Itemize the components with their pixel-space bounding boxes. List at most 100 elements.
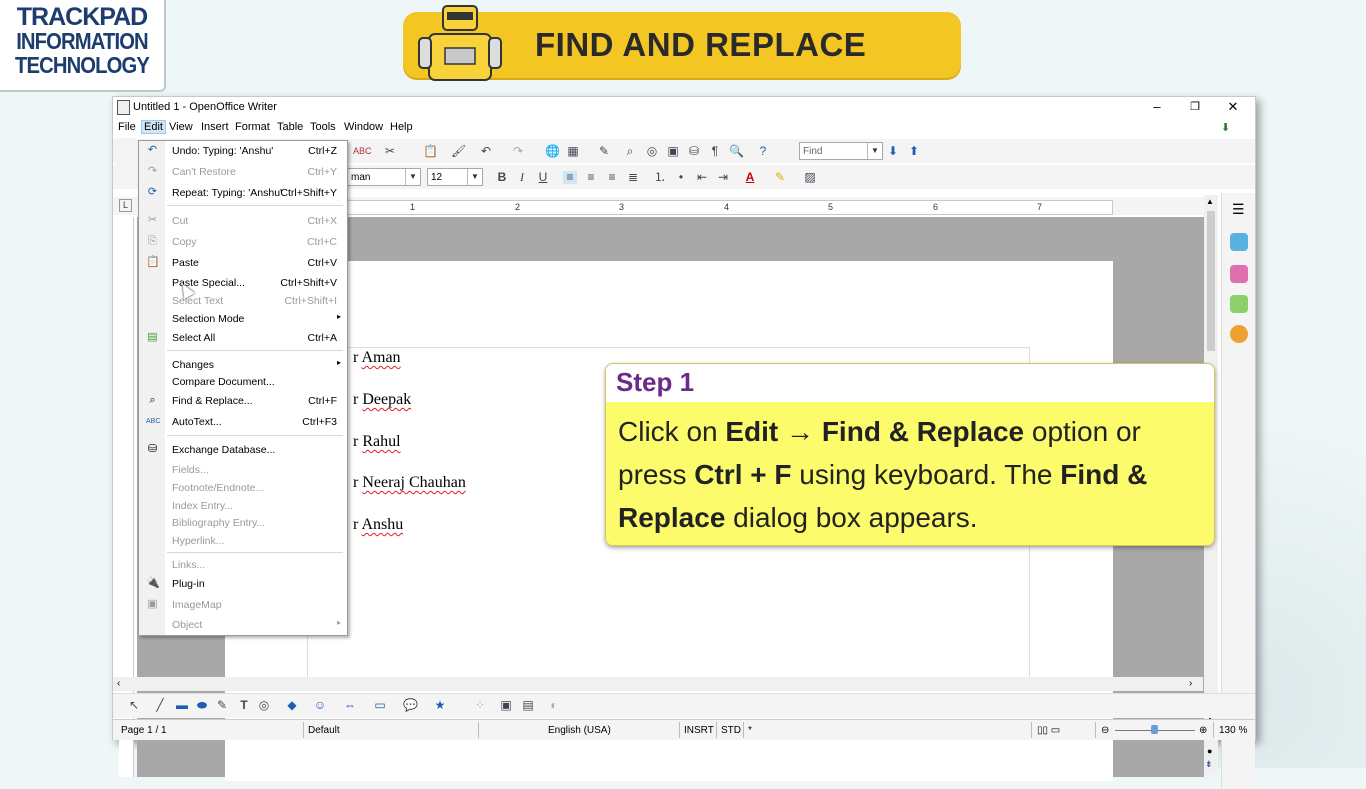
zoom-in-icon[interactable]: ⊕ xyxy=(1199,725,1207,736)
tab-stop-icon[interactable]: L xyxy=(119,199,132,212)
font-name-dropdown-icon[interactable]: ▼ xyxy=(405,169,420,185)
menu-item-changes[interactable]: Changes ▸ xyxy=(139,356,347,374)
menu-item-hyperlink[interactable]: Hyperlink... xyxy=(139,532,347,550)
align-left-icon[interactable]: ≡ xyxy=(563,171,577,184)
menu-table[interactable]: Table xyxy=(277,121,303,133)
minimize-button[interactable]: – xyxy=(1147,99,1167,114)
flowchart-icon[interactable]: ▭ xyxy=(373,699,387,712)
menu-item-repeat[interactable]: ⟳ Repeat: Typing: 'Anshu' Ctrl+Shift+Y xyxy=(139,184,347,202)
menu-item-object[interactable]: Object ▸ xyxy=(139,616,347,634)
restore-button[interactable]: ❐ xyxy=(1185,100,1205,113)
menu-item-cut[interactable]: ✂ Cut Ctrl+X xyxy=(139,212,347,230)
help-icon[interactable]: ? xyxy=(756,145,770,158)
cut-icon[interactable]: ✂ xyxy=(383,145,397,158)
menu-item-bibliography-entry[interactable]: Bibliography Entry... xyxy=(139,514,347,532)
select-arrow-icon[interactable]: ↖ xyxy=(127,699,141,712)
menu-item-restore[interactable]: ↷ Can't Restore Ctrl+Y xyxy=(139,163,347,181)
italic-icon[interactable]: I xyxy=(515,171,529,184)
properties-icon[interactable] xyxy=(1230,233,1248,251)
background-color-icon[interactable]: ▨ xyxy=(803,171,817,184)
find-replace-icon[interactable]: ⌕ xyxy=(623,145,637,158)
menu-item-select-all[interactable]: ▤ Select All Ctrl+A xyxy=(139,329,347,347)
document-line[interactable]: r Rahul xyxy=(353,433,401,451)
close-button[interactable]: ✕ xyxy=(1223,99,1243,115)
navigator-deck-icon[interactable] xyxy=(1230,325,1248,343)
scroll-thumb[interactable] xyxy=(1207,211,1215,351)
bullets-icon[interactable]: • xyxy=(674,171,688,184)
menu-tools[interactable]: Tools xyxy=(310,121,336,133)
zoom-out-icon[interactable]: ⊖ xyxy=(1101,725,1109,736)
document-line[interactable]: r Neeraj Chauhan xyxy=(353,474,466,492)
data-sources-icon[interactable]: ⛁ xyxy=(687,145,701,158)
navigator-icon[interactable]: ◎ xyxy=(645,145,659,158)
menu-item-exchange-database[interactable]: ⛁ Exchange Database... xyxy=(139,441,347,459)
menu-item-imagemap[interactable]: ▣ ImageMap xyxy=(139,596,347,614)
menu-item-autotext[interactable]: ABC AutoText... Ctrl+F3 xyxy=(139,413,347,431)
scroll-left-icon[interactable]: ‹ xyxy=(117,678,120,689)
nonprinting-chars-icon[interactable]: ¶ xyxy=(708,145,722,158)
numbering-icon[interactable]: ⒈ xyxy=(653,171,667,184)
menu-item-select-text[interactable]: Select Text Ctrl+Shift+I xyxy=(139,292,347,310)
menu-view[interactable]: View xyxy=(169,121,193,133)
font-name-box[interactable]: man ▼ xyxy=(347,168,421,186)
find-previous-icon[interactable]: ⬆ xyxy=(907,145,921,158)
undo-icon[interactable]: ↶ xyxy=(479,145,493,158)
table-icon[interactable]: ▦ xyxy=(566,145,580,158)
menu-insert[interactable]: Insert xyxy=(201,121,229,133)
menu-file[interactable]: File xyxy=(118,121,136,133)
find-input[interactable]: Find ▼ xyxy=(799,142,883,160)
basic-shapes-icon[interactable]: ◆ xyxy=(285,699,299,712)
find-next-icon[interactable]: ⬇ xyxy=(886,145,900,158)
navigation-icon[interactable]: ● xyxy=(1207,746,1212,756)
view-layout-icon[interactable]: ▯▯ ▭ xyxy=(1037,725,1060,736)
show-draw-functions-icon[interactable]: ✎ xyxy=(597,145,611,158)
menu-item-fields[interactable]: Fields... xyxy=(139,461,347,479)
menu-item-selection-mode[interactable]: Selection Mode ▸ xyxy=(139,310,347,328)
menu-item-undo[interactable]: ↶ Undo: Typing: 'Anshu' Ctrl+Z xyxy=(139,142,347,160)
menu-item-links[interactable]: Links... xyxy=(139,556,347,574)
redo-icon[interactable]: ↷ xyxy=(511,145,525,158)
status-selection-mode[interactable]: STD xyxy=(721,725,741,736)
underline-icon[interactable]: U xyxy=(536,171,550,184)
paste-icon[interactable]: 📋 xyxy=(423,145,438,158)
scroll-right-icon[interactable]: › xyxy=(1189,678,1192,689)
spellcheck-icon[interactable]: ABC xyxy=(353,145,372,158)
gallery-deck-icon[interactable] xyxy=(1230,295,1248,313)
fontwork-icon[interactable]: ▣ xyxy=(499,699,513,712)
menu-item-paste[interactable]: 📋 Paste Ctrl+V xyxy=(139,254,347,272)
menu-item-paste-special[interactable]: Paste Special... Ctrl+Shift+V xyxy=(139,274,347,292)
zoom-icon[interactable]: 🔍 xyxy=(729,145,744,158)
menu-item-index-entry[interactable]: Index Entry... xyxy=(139,497,347,515)
sidebar-menu-icon[interactable]: ☰ xyxy=(1232,201,1245,218)
update-download-icon[interactable]: ⬇ xyxy=(1221,121,1230,134)
font-size-dropdown-icon[interactable]: ▼ xyxy=(467,169,482,185)
freeform-icon[interactable]: ✎ xyxy=(215,699,229,712)
hyperlink-icon[interactable]: 🌐 xyxy=(545,145,560,158)
find-dropdown-icon[interactable]: ▼ xyxy=(867,143,882,159)
menu-item-footnote[interactable]: Footnote/Endnote... xyxy=(139,479,347,497)
menu-item-compare-document[interactable]: Compare Document... xyxy=(139,373,347,391)
justify-icon[interactable]: ≣ xyxy=(626,171,640,184)
line-icon[interactable]: ╱ xyxy=(153,699,167,712)
symbol-shapes-icon[interactable]: ☺ xyxy=(313,699,327,712)
align-center-icon[interactable]: ≡ xyxy=(584,171,598,184)
status-insert-mode[interactable]: INSRT xyxy=(684,725,714,736)
next-page-icon[interactable]: ⇟ xyxy=(1205,759,1213,770)
horizontal-scrollbar[interactable]: ‹ › xyxy=(113,677,1203,691)
status-language[interactable]: English (USA) xyxy=(548,725,611,736)
callouts-icon[interactable]: ◎ xyxy=(257,699,271,712)
status-zoom[interactable]: 130 % xyxy=(1219,725,1247,736)
menu-item-find-replace[interactable]: ⌕ Find & Replace... Ctrl+F xyxy=(139,392,347,410)
ellipse-icon[interactable]: ⬬ xyxy=(195,699,209,712)
menu-item-copy[interactable]: ⎘ Copy Ctrl+C xyxy=(139,233,347,251)
menu-item-plug-in[interactable]: 🔌 Plug-in xyxy=(139,575,347,593)
bold-icon[interactable]: B xyxy=(495,171,509,184)
highlighting-icon[interactable]: ✎ xyxy=(773,171,787,184)
from-file-icon[interactable]: ▤ xyxy=(521,699,535,712)
zoom-slider-thumb[interactable] xyxy=(1151,725,1158,734)
align-right-icon[interactable]: ≡ xyxy=(605,171,619,184)
gallery-icon[interactable]: ▣ xyxy=(666,145,680,158)
scroll-up-icon[interactable]: ▲ xyxy=(1206,197,1214,206)
font-color-icon[interactable]: A xyxy=(743,171,757,184)
menu-help[interactable]: Help xyxy=(390,121,413,133)
